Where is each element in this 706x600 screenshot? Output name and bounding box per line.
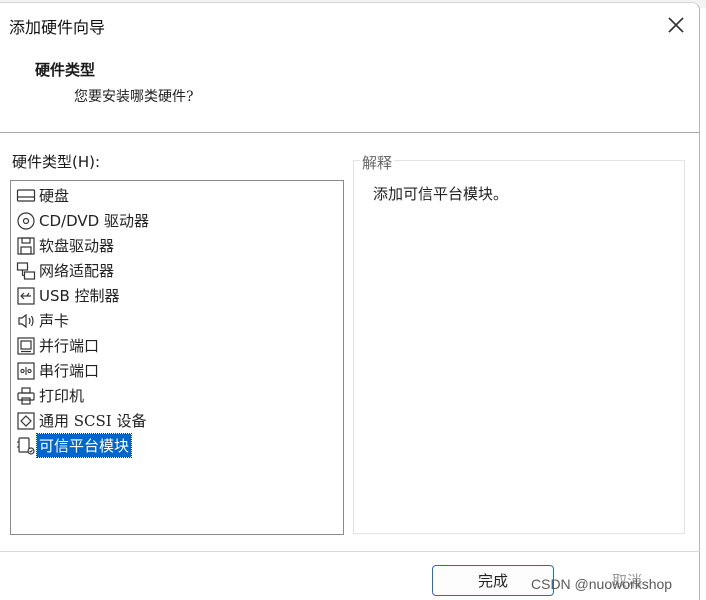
list-item-label: 打印机 bbox=[39, 387, 85, 405]
list-item-parallel-port[interactable]: 并行端口 bbox=[15, 334, 101, 357]
list-item-label: 并行端口 bbox=[39, 337, 100, 355]
cd-dvd-icon bbox=[15, 210, 37, 232]
serial-port-icon bbox=[15, 360, 37, 382]
hardware-type-label: 硬件类型(H): bbox=[12, 153, 101, 171]
wizard-header: 硬件类型 您要安装哪类硬件? bbox=[0, 43, 700, 133]
list-item-tpm[interactable]: 可信平台模块 bbox=[15, 433, 133, 458]
window-title: 添加硬件向导 bbox=[9, 18, 106, 37]
footer-divider bbox=[0, 551, 700, 552]
scsi-icon bbox=[15, 410, 37, 432]
list-item-label: USB 控制器 bbox=[39, 287, 120, 305]
list-item-network-adapter[interactable]: 网络适配器 bbox=[15, 259, 116, 282]
explanation-group bbox=[353, 160, 685, 534]
printer-icon bbox=[15, 385, 37, 407]
list-item-label: 网络适配器 bbox=[39, 262, 115, 280]
list-item-label: 软盘驱动器 bbox=[39, 237, 115, 255]
list-item-label: 可信平台模块 bbox=[35, 433, 133, 458]
sound-card-icon bbox=[15, 310, 37, 332]
list-item-label: 串行端口 bbox=[39, 362, 100, 380]
hard-disk-icon bbox=[15, 185, 37, 207]
list-item-usb[interactable]: USB 控制器 bbox=[15, 284, 122, 307]
close-button[interactable] bbox=[662, 11, 690, 39]
tpm-icon bbox=[15, 435, 37, 457]
usb-icon bbox=[15, 285, 37, 307]
list-item-hard-disk[interactable]: 硬盘 bbox=[15, 184, 71, 207]
title-bar: 添加硬件向导 bbox=[0, 3, 700, 43]
list-item-cd-dvd[interactable]: CD/DVD 驱动器 bbox=[15, 209, 151, 232]
page-title: 硬件类型 bbox=[35, 61, 96, 79]
parallel-port-icon bbox=[15, 335, 37, 357]
add-hardware-wizard-dialog: 添加硬件向导 硬件类型 您要安装哪类硬件? 硬件类型(H): 硬盘 CD/DVD… bbox=[0, 2, 700, 600]
list-item-label: 声卡 bbox=[39, 312, 70, 330]
list-item-sound-card[interactable]: 声卡 bbox=[15, 309, 71, 332]
network-adapter-icon bbox=[15, 260, 37, 282]
floppy-icon bbox=[15, 235, 37, 257]
explanation-text: 添加可信平台模块。 bbox=[373, 185, 509, 203]
list-item-scsi[interactable]: 通用 SCSI 设备 bbox=[15, 409, 149, 432]
list-item-label: 硬盘 bbox=[39, 187, 70, 205]
list-item-floppy[interactable]: 软盘驱动器 bbox=[15, 234, 116, 257]
page-subtitle: 您要安装哪类硬件? bbox=[74, 89, 194, 105]
list-item-serial-port[interactable]: 串行端口 bbox=[15, 359, 101, 382]
hardware-type-list[interactable]: 硬盘 CD/DVD 驱动器 软盘驱动器 网络适配器 USB 控制器 声卡 并行端… bbox=[10, 180, 344, 535]
list-item-label: 通用 SCSI 设备 bbox=[39, 412, 147, 430]
list-item-printer[interactable]: 打印机 bbox=[15, 384, 86, 407]
explanation-legend: 解释 bbox=[360, 152, 395, 173]
close-icon bbox=[668, 17, 684, 33]
watermark: CSDN @nuoworkshop bbox=[531, 576, 673, 592]
list-item-label: CD/DVD 驱动器 bbox=[39, 212, 149, 230]
